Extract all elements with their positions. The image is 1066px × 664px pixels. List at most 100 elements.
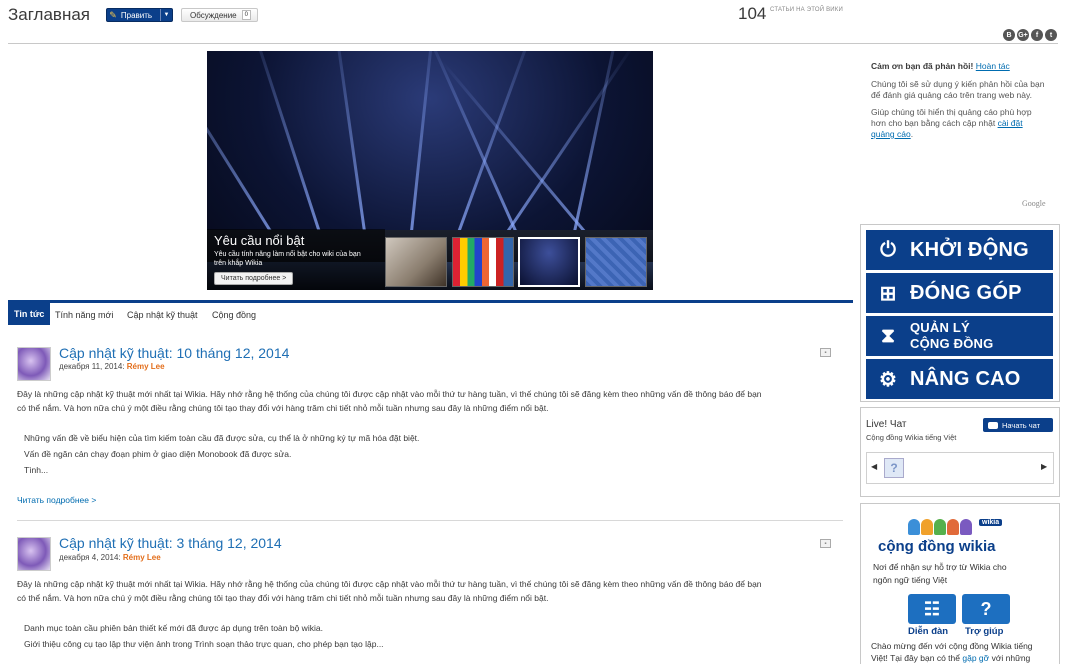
slider-thumb-flags[interactable] [452,237,514,287]
tab-new-features[interactable]: Tính năng mới [49,306,119,324]
post-meta: декабря 11, 2014: Rémy Lee [59,362,165,371]
action-label: ĐÓNG GÓP [910,281,1022,304]
start-wiki-button[interactable]: ⏻ KHỞI ĐỘNG [866,230,1053,270]
facebook-icon[interactable]: f [1031,29,1043,41]
post-title[interactable]: Cập nhật kỹ thuật: 3 tháng 12, 2014 [59,535,282,551]
meet-link[interactable]: gặp gỡ [962,653,989,663]
post-meta: декабря 4, 2014: Rémy Lee [59,553,161,562]
hero-title[interactable]: Yêu cầu nổi bật [214,233,304,248]
ad-feedback-line: để đánh giá quảng cáo trên trang web này… [871,90,1032,100]
article-count-label: СТАТЬИ НА ЭТОЙ ВИКИ [770,7,843,13]
chevron-down-icon[interactable]: ▼ [160,9,172,21]
ad-feedback-note: Chúng tôi sẽ sử dụng ý kiến phản hồi của… [871,79,1044,101]
share-icons: B G+ f t [1003,29,1057,41]
action-label-line: QUẢN LÝ [910,320,970,335]
post-readmore-link[interactable]: Читать подробнее > [17,495,96,505]
post-title[interactable]: Cập nhật kỹ thuật: 10 tháng 12, 2014 [59,345,289,361]
post-excerpt-line: có thể nắm. Và hơn nữa chú ý một điều rằ… [17,403,549,413]
ad-feedback-line: hơn cho bạn bằng cách cập nhật cài đặt [871,118,1032,129]
community-welcome: Chào mừng đến với cộng đồng Wikia tiếng … [871,640,1053,664]
edit-button[interactable]: ✎ Править ▼ [106,8,173,22]
ad-feedback-line: quảng cáo. [871,129,914,139]
ad-feedback-line-text: hơn cho bạn bằng cách cập nhật [871,118,996,128]
google-plus-icon[interactable]: G+ [1017,29,1029,41]
ad-feedback-thanks: Cảm ơn bạn đã phản hồi! Hoàn tác [871,61,1010,72]
ad-feedback-line: Giúp chúng tôi hiển thị quảng cáo phù hợ… [871,107,1032,117]
hero-subtitle: Yêu cầu tính năng làm nổi bật cho wiki c… [214,251,361,267]
chat-subtitle: Cộng đồng Wikia tiếng Việt [866,433,957,442]
help-icon[interactable]: ? [962,594,1010,624]
action-label: KHỞI ĐỘNG [910,238,1029,261]
ad-feedback-line: Chúng tôi sẽ sử dụng ý kiến phản hồi của… [871,79,1045,89]
avatar[interactable] [17,347,51,381]
community-people-icon [908,519,972,535]
chat-user-avatar[interactable]: ? [884,458,904,478]
comment-icon[interactable]: ▪ [820,539,831,548]
slider-thumb-gavel[interactable] [385,237,447,287]
ad-feedback-help: Giúp chúng tôi hiển thị quảng cáo phù hợ… [871,107,1032,140]
ad-settings-link[interactable]: cài đặt [998,118,1023,128]
gears-icon: ⚙ [879,368,897,391]
chat-title: Live! Чат [866,419,907,430]
tab-community[interactable]: Cộng đồng [206,306,262,324]
start-chat-label: Начать чат [1002,420,1041,430]
community-logo[interactable]: cộng đồng wikia [878,538,996,555]
comment-icon[interactable]: ▪ [820,348,831,357]
article-count: 104 [738,4,767,23]
start-chat-button[interactable]: Начать чат [983,418,1053,432]
edit-button-label: Править [120,10,153,20]
wikia-badge: wikia [979,519,1003,526]
community-welcome-text: với những [991,653,1031,663]
tab-tech-updates[interactable]: Cập nhật kỹ thuật [121,306,204,324]
pencil-icon: ✎ [109,9,117,20]
ad-feedback-thanks-text: Cảm ơn bạn đã phản hồi! [871,61,974,71]
community-welcome-line: Chào mừng đến với cộng đồng Wikia tiếng [871,641,1033,651]
post-excerpt-line: có thể nắm. Và hơn nữa chú ý một điều rằ… [17,593,549,603]
ad-settings-link[interactable]: quảng cáo [871,129,911,139]
list-item: Danh mục toàn cầu phiên bản thiết kế mới… [24,623,323,633]
action-label-line: CỘNG ĐỒNG [910,336,994,351]
power-icon: ⏻ [880,238,896,261]
post-author-link[interactable]: Rémy Lee [127,362,165,371]
post-date: декабря 4, 2014: [59,553,121,562]
list-item: Tình... [24,465,49,475]
page-title: Заглавная [8,5,91,24]
ad-undo-link[interactable]: Hoàn tác [976,61,1010,71]
avatar[interactable] [17,537,51,571]
chat-bubble-icon [988,421,998,429]
forum-link[interactable]: Diễn đàn [908,626,948,637]
action-label: NÂNG CAO [910,367,1021,390]
community-description-line: Nơi để nhận sự hỗ trợ từ Wikia cho [873,562,1007,572]
action-label: QUẢN LÝ CỘNG ĐỒNG [910,320,993,352]
talk-button[interactable]: Обсуждение 0 [181,8,258,22]
talk-count-badge: 0 [241,10,251,20]
carousel-prev-icon[interactable]: ◀ [871,462,877,471]
list-item: Những vấn đề về biểu hiện của tìm kiếm t… [24,433,420,443]
talk-button-label: Обсуждение [190,10,237,20]
post-excerpt-line: Đây là những cập nhật kỹ thuật mới nhất … [17,389,762,399]
contribute-button[interactable]: ⊞ ĐÓNG GÓP [866,273,1053,313]
sliders-icon: ⧗ [880,324,896,347]
slider-thumb-lights[interactable] [518,237,580,287]
slider-thumb-blueprint[interactable] [585,237,647,287]
post-excerpt: Đây là những cập nhật kỹ thuật mới nhất … [17,577,842,605]
forum-icon[interactable]: ☷ [908,594,956,624]
community-description: Nơi để nhận sự hỗ trợ từ Wikia cho ngôn … [873,561,1043,587]
header-divider [8,43,1058,44]
help-link[interactable]: Trợ giúp [965,626,1003,637]
tab-news[interactable]: Tin tức [8,303,51,325]
google-logo: Google [1022,199,1046,208]
blogger-icon[interactable]: B [1003,29,1015,41]
advanced-button[interactable]: ⚙ NÂNG CAO [866,359,1053,399]
hero-readmore-button[interactable]: Читать подробнее > [214,272,294,285]
post-excerpt-line: Đây là những cập nhật kỹ thuật mới nhất … [17,579,762,589]
add-page-icon: ⊞ [879,282,897,305]
manage-community-button[interactable]: ⧗ QUẢN LÝ CỘNG ĐỒNG [866,316,1053,356]
carousel-next-icon[interactable]: ▶ [1041,462,1047,471]
post-date: декабря 11, 2014: [59,362,125,371]
twitter-icon[interactable]: t [1045,29,1057,41]
community-welcome-text: Việt! Tại đây bạn có thể [871,653,960,663]
post-author-link[interactable]: Rémy Lee [123,553,161,562]
community-description-line: ngôn ngữ tiếng Việt [873,575,948,585]
post-excerpt: Đây là những cập nhật kỹ thuật mới nhất … [17,387,842,415]
